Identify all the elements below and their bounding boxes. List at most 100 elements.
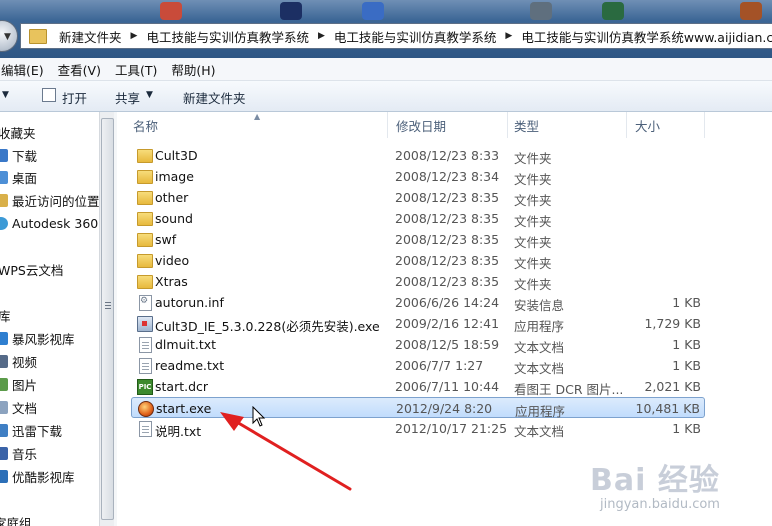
nav-desktop[interactable]: 桌面 bbox=[0, 167, 37, 187]
nav-label: 暴风影视库 bbox=[12, 331, 75, 347]
picture-file-icon: PIC bbox=[137, 379, 153, 395]
menu-tools[interactable]: 工具(T) bbox=[108, 60, 164, 79]
file-size: 1 KB bbox=[672, 358, 701, 373]
table-row[interactable]: swf 2008/12/23 8:35 文件夹 bbox=[131, 229, 705, 250]
watermark-logo: Bai 经验 bbox=[590, 463, 720, 498]
nav-label: 收藏夹 bbox=[0, 125, 36, 141]
address-input[interactable]: 新建文件夹 ▶ 电工技能与实训仿真教学系统 ▶ 电工技能与实训仿真教学系统 ▶ … bbox=[20, 23, 772, 49]
file-type: 文件夹 bbox=[514, 172, 552, 187]
file-name: sound bbox=[155, 211, 193, 226]
folder-icon bbox=[137, 191, 153, 205]
breadcrumb-item[interactable]: 电工技能与实训仿真教学系统 bbox=[140, 27, 315, 46]
cloud-icon bbox=[0, 216, 8, 230]
installer-icon bbox=[137, 316, 153, 332]
app-icon bbox=[602, 2, 624, 20]
file-name: image bbox=[155, 169, 194, 184]
nav-label: 优酷影视库 bbox=[12, 469, 75, 485]
share-button[interactable]: 共享 bbox=[115, 88, 140, 107]
folder-icon bbox=[137, 275, 153, 289]
table-row[interactable]: video 2008/12/23 8:35 文件夹 bbox=[131, 250, 705, 271]
table-row[interactable]: readme.txt 2006/7/7 1:27 文本文档 1 KB bbox=[131, 355, 705, 376]
nav-libraries[interactable]: 库 bbox=[0, 305, 11, 325]
nav-youku-library[interactable]: 优酷影视库 bbox=[0, 466, 75, 486]
file-name: 说明.txt bbox=[155, 424, 202, 439]
menu-view[interactable]: 查看(V) bbox=[51, 60, 108, 79]
menu-bar: 编辑(E) 查看(V) 工具(T) 帮助(H) bbox=[0, 58, 772, 81]
table-row[interactable]: Xtras 2008/12/23 8:35 文件夹 bbox=[131, 271, 705, 292]
file-date: 2006/6/26 14:24 bbox=[395, 295, 500, 310]
nav-homegroup[interactable]: 家庭组 bbox=[0, 512, 32, 526]
file-type: 文件夹 bbox=[514, 214, 552, 229]
nav-baofeng-library[interactable]: 暴风影视库 bbox=[0, 328, 75, 348]
new-folder-button[interactable]: 新建文件夹 bbox=[183, 88, 246, 107]
document-icon bbox=[0, 400, 8, 414]
file-type: 文本文档 bbox=[514, 424, 565, 439]
text-file-icon bbox=[139, 421, 152, 437]
download-icon bbox=[0, 148, 8, 162]
nav-favorites[interactable]: 收藏夹 bbox=[0, 122, 36, 142]
table-row[interactable]: sound 2008/12/23 8:35 文件夹 bbox=[131, 208, 705, 229]
taskbar-strip bbox=[150, 0, 772, 22]
breadcrumb-item[interactable]: 电工技能与实训仿真教学系统www.aijidian.com bbox=[515, 27, 772, 46]
breadcrumb-item[interactable]: 新建文件夹 bbox=[53, 27, 128, 46]
table-row[interactable]: other 2008/12/23 8:35 文件夹 bbox=[131, 187, 705, 208]
chevron-down-icon[interactable]: ▼ bbox=[2, 90, 9, 100]
app-icon bbox=[362, 2, 384, 20]
nav-pictures[interactable]: 图片 bbox=[0, 374, 37, 394]
watermark-url: jingyan.baidu.com bbox=[600, 497, 720, 512]
recent-places-icon bbox=[0, 193, 8, 207]
nav-thunder-downloads[interactable]: 迅雷下载 bbox=[0, 420, 62, 440]
arrow-head bbox=[220, 412, 244, 431]
file-type: 安装信息 bbox=[514, 298, 565, 313]
file-name: Xtras bbox=[155, 274, 188, 289]
menu-edit[interactable]: 编辑(E) bbox=[0, 60, 51, 79]
file-date: 2012/10/17 21:25 bbox=[395, 421, 508, 436]
file-type: 看图王 DCR 图片... bbox=[514, 382, 624, 397]
menu-help[interactable]: 帮助(H) bbox=[164, 60, 222, 79]
nav-downloads[interactable]: 下载 bbox=[0, 145, 37, 165]
open-button[interactable]: 打开 bbox=[62, 88, 87, 107]
column-header-date[interactable]: 修改日期 bbox=[388, 112, 508, 138]
file-size: 1,729 KB bbox=[644, 316, 701, 331]
file-date: 2006/7/7 1:27 bbox=[395, 358, 484, 373]
nav-label: Autodesk 360 bbox=[12, 215, 99, 231]
nav-music[interactable]: 音乐 bbox=[0, 443, 37, 463]
nav-recent-places[interactable]: 最近访问的位置 bbox=[0, 190, 99, 210]
table-row[interactable]: PIC start.dcr 2006/7/11 10:44 看图王 DCR 图片...… bbox=[131, 376, 705, 397]
chevron-down-icon[interactable]: ▼ bbox=[146, 90, 153, 100]
file-date: 2006/7/11 10:44 bbox=[395, 379, 500, 394]
nav-label: 文档 bbox=[12, 400, 38, 416]
file-name: Cult3D_IE_5.3.0.228(必须先安装).exe bbox=[155, 319, 380, 334]
nav-videos[interactable]: 视频 bbox=[0, 351, 37, 371]
application-icon bbox=[138, 401, 154, 417]
file-name: dlmuit.txt bbox=[155, 337, 217, 352]
scrollbar-thumb[interactable] bbox=[101, 118, 114, 520]
thunder-icon bbox=[0, 423, 8, 437]
nav-label: 库 bbox=[0, 308, 11, 324]
table-row[interactable]: autorun.inf 2006/6/26 14:24 安装信息 1 KB bbox=[131, 292, 705, 313]
table-row[interactable]: Cult3D 2008/12/23 8:33 文件夹 bbox=[131, 145, 705, 166]
chevron-right-icon[interactable]: ▶ bbox=[315, 31, 328, 41]
table-row[interactable]: dlmuit.txt 2008/12/5 18:59 文本文档 1 KB bbox=[131, 334, 705, 355]
chevron-down-icon: ▼ bbox=[4, 32, 11, 42]
file-type: 应用程序 bbox=[514, 319, 565, 334]
nav-label: 下载 bbox=[12, 148, 38, 164]
annotation-arrow bbox=[220, 412, 352, 491]
nav-scrollbar[interactable] bbox=[99, 112, 115, 526]
nav-wps-cloud[interactable]: WPS云文档 bbox=[0, 259, 63, 279]
column-header-name[interactable]: 名称 bbox=[117, 112, 388, 138]
table-row[interactable]: image 2008/12/23 8:34 文件夹 bbox=[131, 166, 705, 187]
chevron-right-icon[interactable]: ▶ bbox=[128, 31, 141, 41]
column-header-type[interactable]: 类型 bbox=[508, 112, 627, 138]
folder-icon bbox=[137, 254, 153, 268]
file-size: 1 KB bbox=[672, 337, 701, 352]
breadcrumb-item[interactable]: 电工技能与实训仿真教学系统 bbox=[328, 27, 503, 46]
file-date: 2008/12/23 8:35 bbox=[395, 253, 500, 268]
chevron-right-icon[interactable]: ▶ bbox=[502, 31, 515, 41]
table-row[interactable]: Cult3D_IE_5.3.0.228(必须先安装).exe 2009/2/16 … bbox=[131, 313, 705, 334]
nav-documents[interactable]: 文档 bbox=[0, 397, 37, 417]
column-header-size[interactable]: 大小 bbox=[627, 112, 705, 138]
nav-autodesk-360[interactable]: Autodesk 360 bbox=[0, 213, 98, 233]
file-name: video bbox=[155, 253, 190, 268]
nav-label: WPS云文档 bbox=[0, 262, 64, 278]
